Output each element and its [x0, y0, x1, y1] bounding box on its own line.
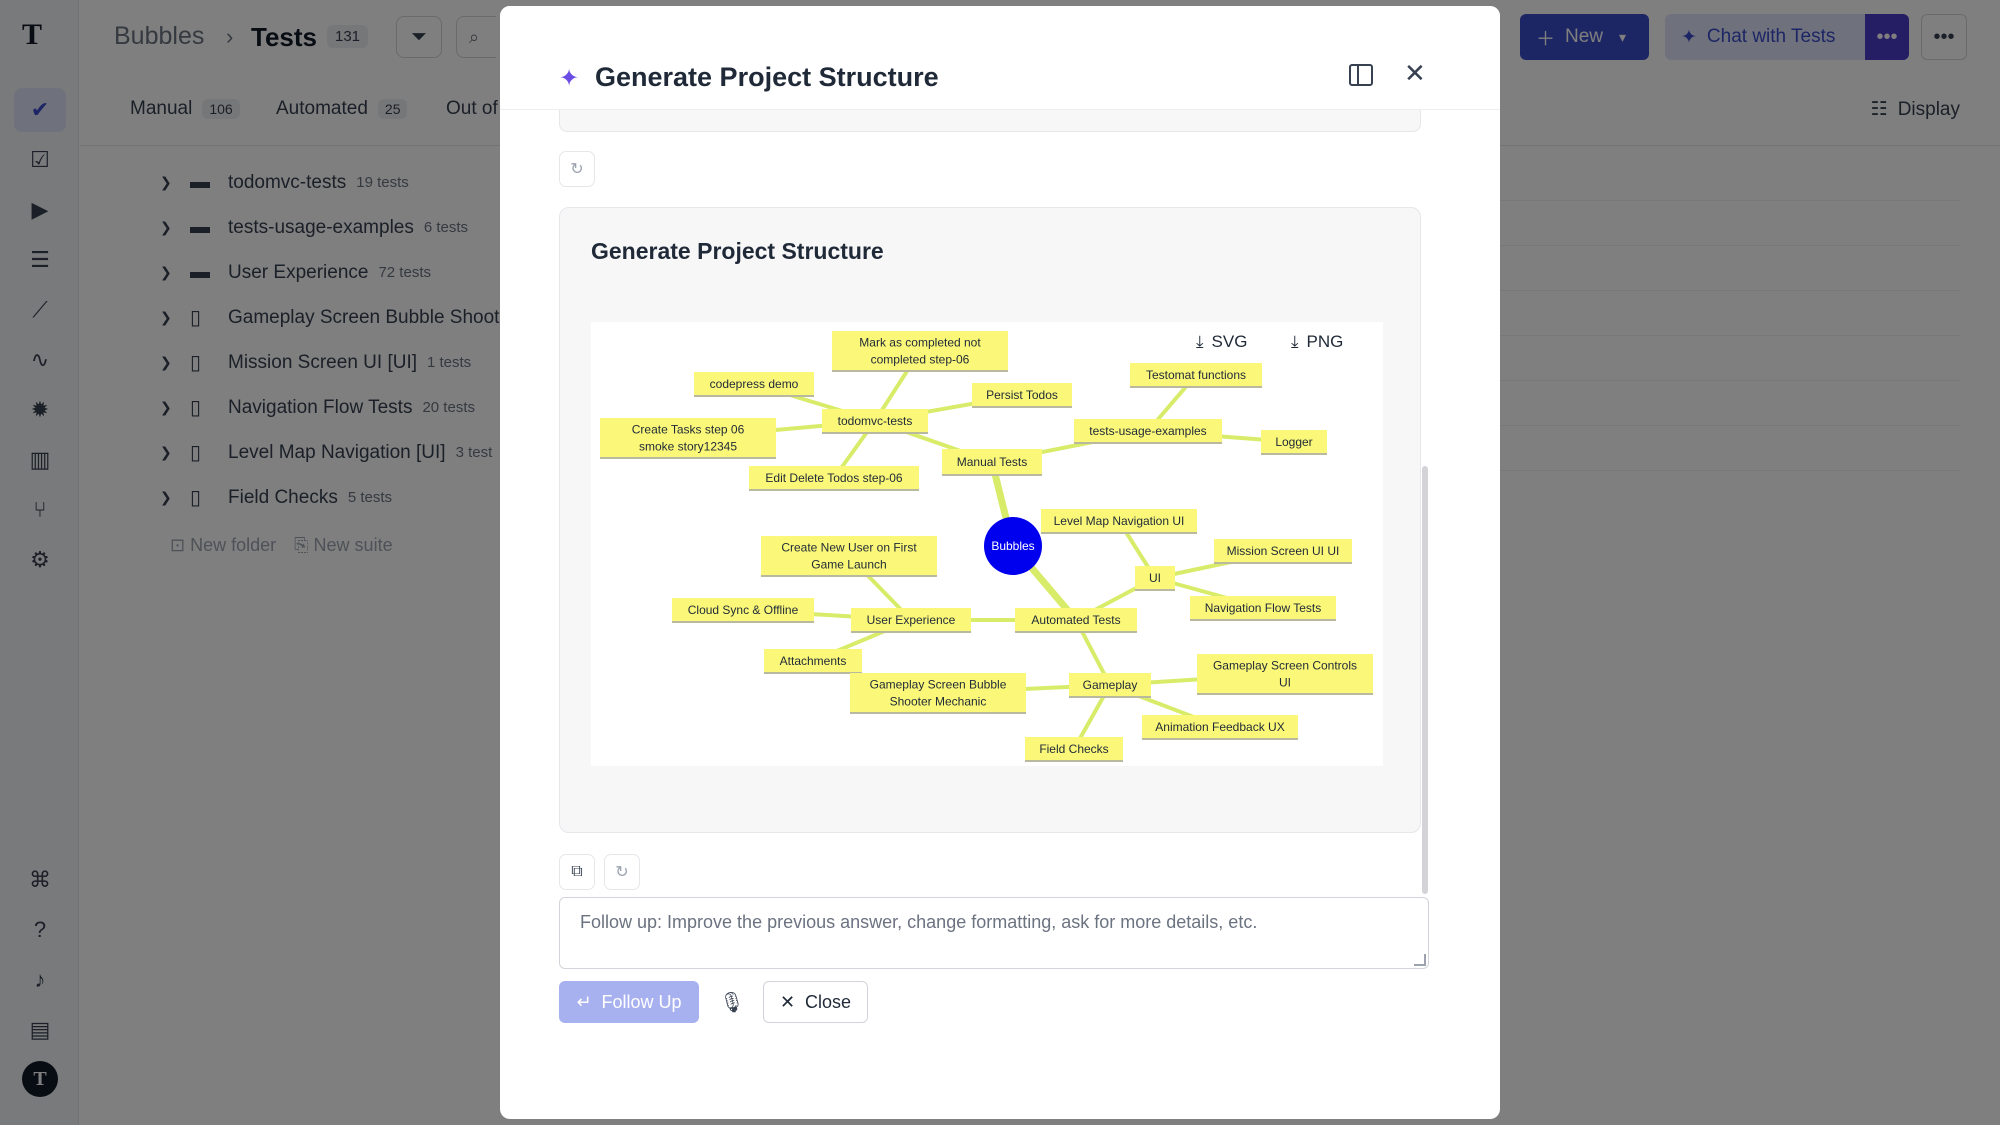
regenerate-answer-button[interactable]: ↻	[604, 854, 640, 890]
mindmap-node: Field Checks	[1025, 737, 1123, 762]
mindmap-node-label: Navigation Flow Tests	[1205, 601, 1322, 615]
follow-up-placeholder: Follow up: Improve the previous answer, …	[580, 912, 1258, 932]
modal-scrollbar[interactable]	[1422, 466, 1428, 894]
close-icon: ✕	[779, 991, 796, 1012]
mindmap-node-label: Edit Delete Todos step-06	[765, 471, 903, 485]
mindmap-node-label: todomvc-tests	[838, 414, 913, 428]
mindmap-node-label: Gameplay Screen Bubble	[870, 678, 1007, 692]
mindmap-node-label: tests-usage-examples	[1089, 424, 1206, 438]
mindmap-node: User Experience	[851, 608, 971, 633]
mindmap-node: Navigation Flow Tests	[1190, 596, 1336, 621]
sparkle-icon: ✦	[559, 65, 580, 92]
mindmap-node-label: Animation Feedback UX	[1155, 720, 1284, 734]
mindmap-node: codepress demo	[694, 372, 814, 397]
mindmap-node: todomvc-tests	[822, 409, 928, 434]
follow-up-input[interactable]: Follow up: Improve the previous answer, …	[559, 897, 1429, 969]
mindmap-node: tests-usage-examples	[1074, 419, 1222, 444]
copy-button[interactable]: ⧉	[559, 854, 595, 890]
enter-icon: ↵	[576, 991, 592, 1012]
mindmap-node-label: codepress demo	[710, 377, 799, 391]
mindmap-node-label: Logger	[1275, 435, 1312, 449]
close-label: Close	[805, 991, 852, 1012]
mindmap-node-label: UI	[1279, 676, 1291, 690]
mindmap-node: Edit Delete Todos step-06	[749, 466, 919, 491]
mindmap-node: Create New User on First Game Launch	[761, 536, 937, 577]
download-png-label: PNG	[1306, 332, 1344, 351]
mindmap-node-label: Shooter Mechanic	[890, 695, 987, 709]
modal-header: ✦ Generate Project Structure ✕	[500, 6, 1500, 110]
mindmap-node-label: Mark as completed not	[859, 336, 981, 350]
microphone-icon: 🎙	[719, 991, 745, 1014]
mindmap-node-label: Gameplay Screen Controls	[1213, 659, 1357, 673]
mindmap-node-label: completed step-06	[871, 353, 970, 367]
mindmap-node: Testomat functions	[1130, 363, 1262, 388]
mindmap-node-label: Game Launch	[811, 558, 886, 572]
mindmap-node-label: Automated Tests	[1031, 613, 1120, 627]
mindmap-root-label: Bubbles	[991, 539, 1034, 553]
mindmap-node: Manual Tests	[942, 449, 1042, 476]
mindmap-node: Animation Feedback UX	[1142, 715, 1298, 740]
mindmap-node-label: Cloud Sync & Offline	[688, 603, 799, 617]
generate-structure-modal: ✦ Generate Project Structure ✕ ↻ Generat…	[500, 6, 1500, 1119]
result-title: Generate Project Structure	[591, 238, 884, 264]
follow-up-button[interactable]: ↵ Follow Up	[559, 981, 699, 1023]
mindmap-node-label: smoke story12345	[639, 440, 737, 454]
mindmap-node: Gameplay	[1069, 673, 1151, 698]
mindmap-node-label: Manual Tests	[957, 455, 1027, 469]
mindmap-node: Mark as completed not completed step-06	[832, 331, 1008, 372]
modal-title: Generate Project Structure	[595, 62, 939, 92]
mindmap-svg: Manual Tests todomvc-tests Mark as complet…	[600, 331, 1373, 762]
download-svg-button[interactable]: ⤓ SVG	[1196, 332, 1247, 352]
mindmap-node-label: Attachments	[780, 654, 847, 668]
mindmap-node-label: Gameplay	[1083, 678, 1138, 692]
mindmap-node: Create Tasks step 06 smoke story12345	[600, 418, 776, 459]
mindmap-node: Gameplay Screen Bubble Shooter Mechanic	[850, 673, 1026, 714]
mindmap-node-label: Mission Screen UI UI	[1227, 544, 1340, 558]
download-png-button[interactable]: ⤓ PNG	[1291, 332, 1343, 352]
download-svg-label: SVG	[1211, 332, 1248, 351]
mindmap-node-label: Testomat functions	[1146, 368, 1246, 382]
sidebar-toggle-icon[interactable]	[1349, 64, 1373, 86]
refresh-icon: ↻	[615, 864, 629, 881]
regenerate-button[interactable]: ↻	[559, 151, 595, 187]
microphone-button[interactable]: 🎙	[712, 981, 752, 1023]
mindmap-node-label: Level Map Navigation UI	[1054, 514, 1185, 528]
mindmap-node-label: Create Tasks step 06	[632, 423, 745, 437]
mindmap-node-label: Field Checks	[1039, 742, 1108, 756]
mindmap-node-label: Create New User on First	[781, 541, 917, 555]
close-button[interactable]: ✕ Close	[763, 981, 868, 1023]
download-icon: ⤓	[1291, 332, 1299, 351]
mindmap-node-label: UI	[1149, 571, 1161, 585]
result-card: Generate Project Structure Manual Tests t…	[559, 207, 1421, 833]
follow-up-label: Follow Up	[601, 991, 682, 1012]
mindmap-node: Cloud Sync & Offline	[672, 598, 814, 623]
mindmap-node: Automated Tests	[1015, 608, 1137, 633]
mindmap-node: Gameplay Screen Controls UI	[1197, 654, 1373, 695]
mindmap-node-label: User Experience	[867, 613, 956, 627]
mindmap-canvas: Manual Tests todomvc-tests Mark as complet…	[591, 322, 1383, 766]
mindmap-node: Level Map Navigation UI	[1041, 509, 1197, 534]
close-icon[interactable]: ✕	[1404, 58, 1426, 89]
mindmap-node: Logger	[1261, 430, 1327, 455]
mindmap-node: Persist Todos	[972, 383, 1072, 408]
mindmap-node-label: Persist Todos	[986, 388, 1058, 402]
refresh-icon: ↻	[570, 161, 584, 178]
mindmap-node: Mission Screen UI UI	[1214, 539, 1352, 564]
copy-icon: ⧉	[571, 863, 583, 880]
download-icon: ⤓	[1196, 332, 1204, 351]
mindmap-node: UI	[1135, 566, 1175, 591]
mindmap-node: Attachments	[764, 649, 862, 674]
resize-handle[interactable]	[1414, 954, 1426, 966]
